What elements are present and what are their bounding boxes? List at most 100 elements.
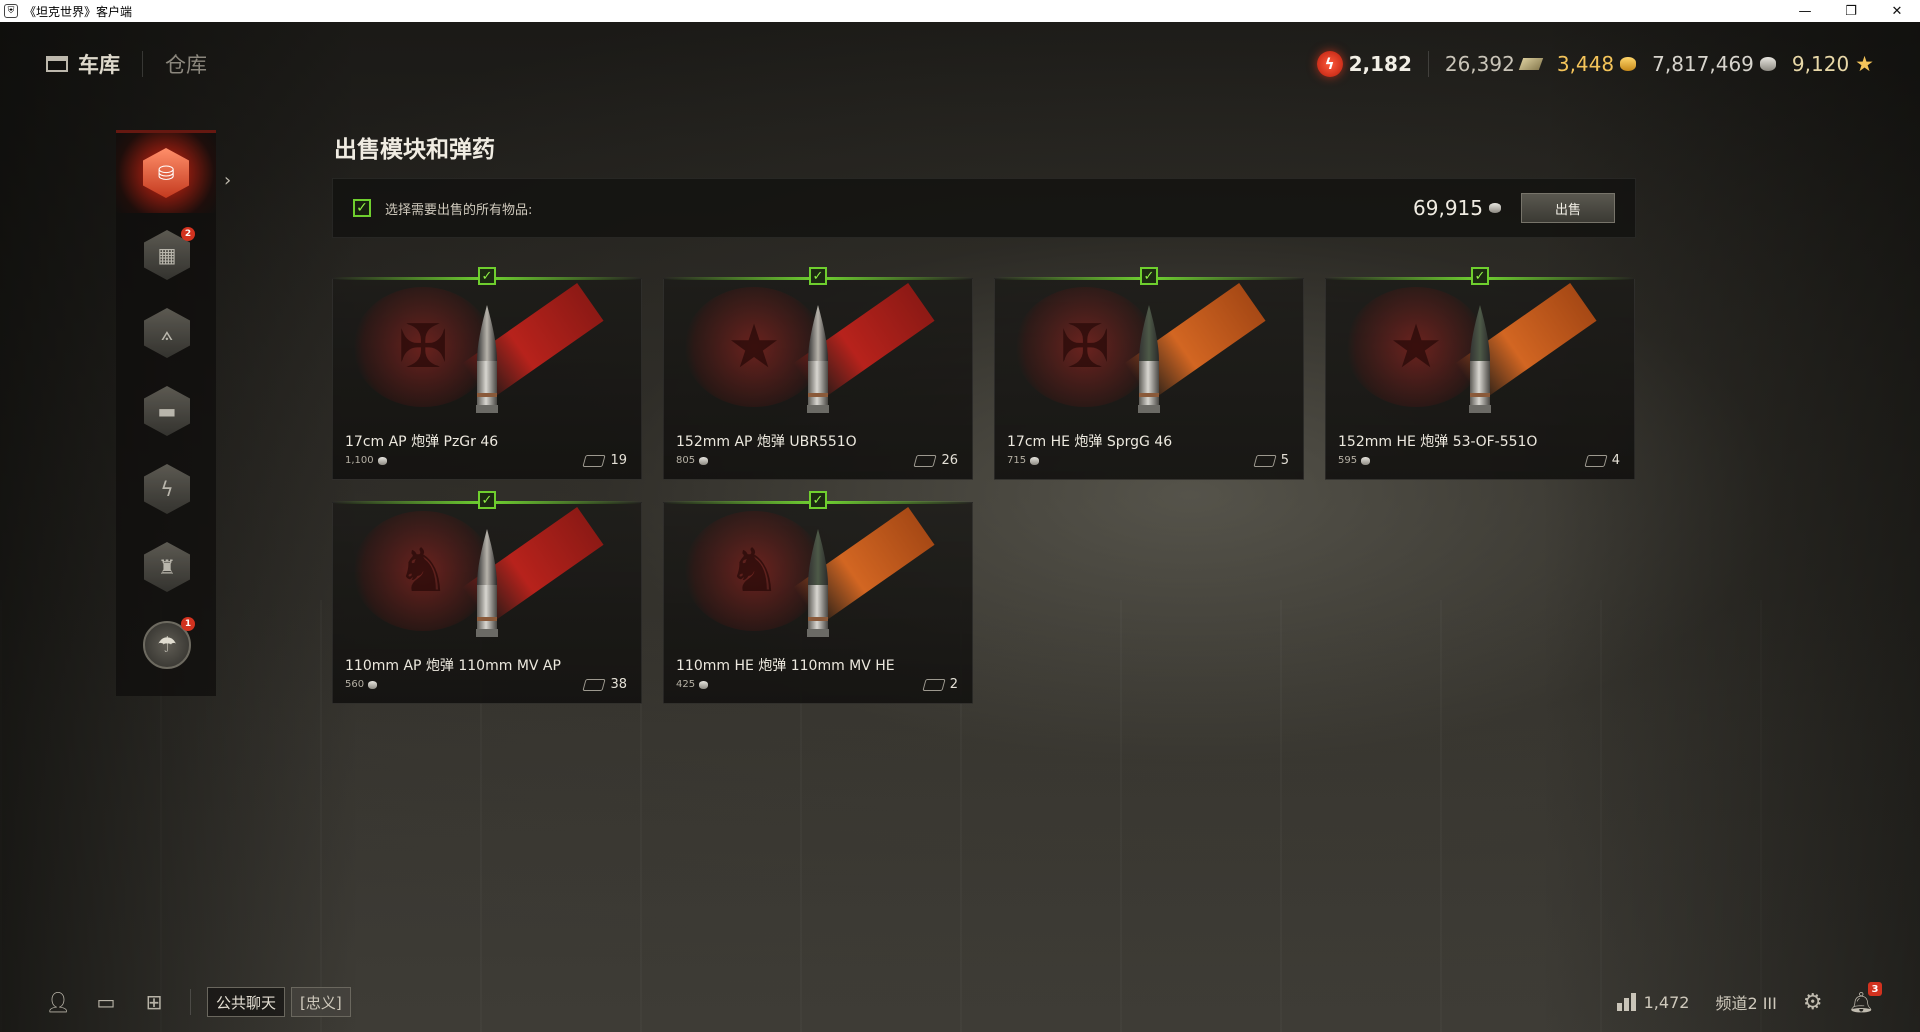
chevron-right-icon[interactable]: › — [224, 170, 231, 191]
bonds[interactable]: 26,392 — [1444, 52, 1544, 76]
chat-icon[interactable]: ▭ — [94, 990, 118, 1014]
bottom-bar: 👤︎ ▭ ⊞ 公共聊天 [忠义] 1,472 频道2 III ⚙ 🔔︎ 3 — [0, 980, 1920, 1024]
lightning-icon: ϟ — [144, 464, 190, 514]
item-count: 5 — [1253, 453, 1289, 468]
nation-emblem-icon: ♞ — [353, 511, 493, 631]
shell-icon — [475, 305, 499, 415]
item-name: 17cm HE 炮弹 SprgG 46 — [1007, 434, 1173, 450]
public-chat-button[interactable]: 公共聊天 — [207, 987, 286, 1017]
sidebar-item-boosters[interactable]: ϟ — [141, 463, 193, 515]
crew-xp[interactable]: 9,120 ★ — [1792, 52, 1874, 76]
top-nav: 车库 仓库 — [46, 48, 207, 80]
notifications-bell-icon[interactable]: 🔔︎ 3 — [1849, 982, 1882, 1014]
item-count-value: 5 — [1280, 453, 1289, 468]
sidebar-item-boxes[interactable]: ▦ 2 — [141, 227, 195, 281]
stock-icon — [582, 678, 607, 691]
bond-icon — [1518, 58, 1544, 70]
item-price-value: 715 — [1007, 455, 1027, 466]
item-card[interactable]: ✓ ★ — [1325, 267, 1635, 480]
add-channel-icon[interactable]: ⊞ — [142, 990, 166, 1014]
item-name: 152mm AP 炮弹 UBR551O — [676, 434, 857, 450]
item-count-value: 4 — [1611, 453, 1620, 468]
item-card[interactable]: ✓ ★ — [663, 267, 973, 480]
item-price: 595 — [1338, 455, 1371, 466]
tab-depot[interactable]: 仓库 — [165, 49, 207, 79]
gold-value: 3,448 — [1556, 52, 1615, 76]
tab-garage[interactable]: 车库 — [46, 49, 120, 79]
sell-button[interactable]: 出售 — [1521, 193, 1615, 223]
sidebar-item-supplies[interactable]: ☂ 1 — [141, 617, 195, 671]
item-count-value: 19 — [610, 453, 627, 468]
select-all-bar: ✓ 选择需要出售的所有物品: 69,915 出售 — [332, 178, 1636, 238]
item-name: 152mm HE 炮弹 53-OF-551O — [1338, 434, 1538, 450]
close-button[interactable]: ✕ — [1874, 0, 1920, 22]
item-card[interactable]: ✓ ♞ — [663, 491, 973, 704]
shells-stack-icon: ⛁ — [143, 148, 189, 198]
item-artwork: ✠ — [333, 279, 641, 419]
clan-chat-button[interactable]: [忠义] — [291, 987, 351, 1017]
item-artwork: ♞ — [333, 503, 641, 643]
sidebar-badge: 2 — [181, 227, 195, 241]
select-all-checkbox[interactable]: ✓ — [353, 199, 371, 217]
item-count: 38 — [582, 677, 627, 692]
silver-coin-icon — [1759, 57, 1776, 71]
item-artwork: ★ — [1326, 279, 1634, 419]
item-card[interactable]: ✓ ♞ — [332, 491, 642, 704]
stock-icon — [1584, 454, 1608, 467]
crew-xp-value: 9,120 — [1791, 52, 1850, 76]
bonds-value: 26,392 — [1444, 52, 1515, 76]
contacts-icon[interactable]: 👤︎ — [45, 990, 70, 1014]
app-icon: ⛨ — [4, 4, 18, 18]
item-card[interactable]: ✓ ✠ — [994, 267, 1304, 480]
online-count[interactable]: 1,472 — [1616, 993, 1689, 1012]
channel-label[interactable]: 频道2 III — [1715, 990, 1776, 1014]
vignette-right — [1540, 0, 1920, 1032]
nation-emblem-icon: ♞ — [684, 511, 824, 631]
tab-garage-label: 车库 — [78, 53, 120, 77]
free-xp-value: 2,182 — [1348, 52, 1412, 76]
minimize-button[interactable]: — — [1782, 0, 1828, 22]
sidebar-item-vehicles[interactable]: ▬ — [141, 385, 193, 437]
item-count: 4 — [1584, 453, 1620, 468]
notification-count: 3 — [1868, 982, 1882, 996]
item-count-value: 38 — [610, 677, 627, 692]
shell-icon — [806, 305, 830, 415]
stock-icon — [913, 454, 938, 467]
credits[interactable]: 7,817,469 — [1652, 52, 1776, 76]
item-price-value: 595 — [1338, 455, 1358, 466]
silver-coin-icon — [368, 680, 378, 689]
item-price: 715 — [1007, 455, 1040, 466]
page-title: 出售模块和弹药 — [334, 137, 495, 163]
sidebar-item-equipment[interactable]: ⟑ — [141, 307, 193, 359]
item-count: 26 — [913, 453, 958, 468]
nav-divider — [142, 51, 143, 77]
free-xp[interactable]: ϟ 2,182 — [1316, 51, 1412, 77]
gold[interactable]: 3,448 — [1556, 52, 1637, 76]
torch-icon: ♜ — [144, 542, 190, 592]
item-price: 805 — [676, 455, 709, 466]
item-price: 425 — [676, 679, 709, 690]
sidebar-badge: 1 — [181, 617, 195, 631]
gear-icon[interactable]: ⚙ — [1803, 990, 1823, 1015]
restore-button[interactable]: ❐ — [1828, 0, 1874, 22]
item-name: 110mm HE 炮弹 110mm MV HE — [676, 658, 895, 674]
compass-icon: ⟑ — [144, 308, 190, 358]
sidebar: ⛁ ▦ 2 ⟑ ▬ ϟ ♜ ☂ 1 — [116, 130, 216, 696]
silver-coin-icon — [1030, 456, 1040, 465]
bottom-divider — [190, 989, 191, 1015]
sidebar-item-sell[interactable]: ⛁ — [116, 133, 216, 213]
silver-coin-icon — [1489, 203, 1501, 213]
star-icon: ★ — [1855, 52, 1874, 76]
nation-emblem-icon: ✠ — [353, 287, 493, 407]
item-price-value: 805 — [676, 455, 696, 466]
item-count: 19 — [582, 453, 627, 468]
sell-total-value: 69,915 — [1413, 196, 1483, 220]
shell-icon — [1468, 305, 1492, 415]
item-card[interactable]: ✓ ✠ — [332, 267, 642, 480]
item-price-value: 560 — [345, 679, 365, 690]
sidebar-item-customization[interactable]: ♜ — [141, 541, 193, 593]
window-title: 《坦克世界》客户端 — [24, 4, 133, 19]
silver-coin-icon — [699, 456, 709, 465]
currency-bar: ϟ 2,182 26,392 3,448 7,817,469 9,120 ★ — [1316, 48, 1874, 80]
silver-coin-icon — [699, 680, 709, 689]
